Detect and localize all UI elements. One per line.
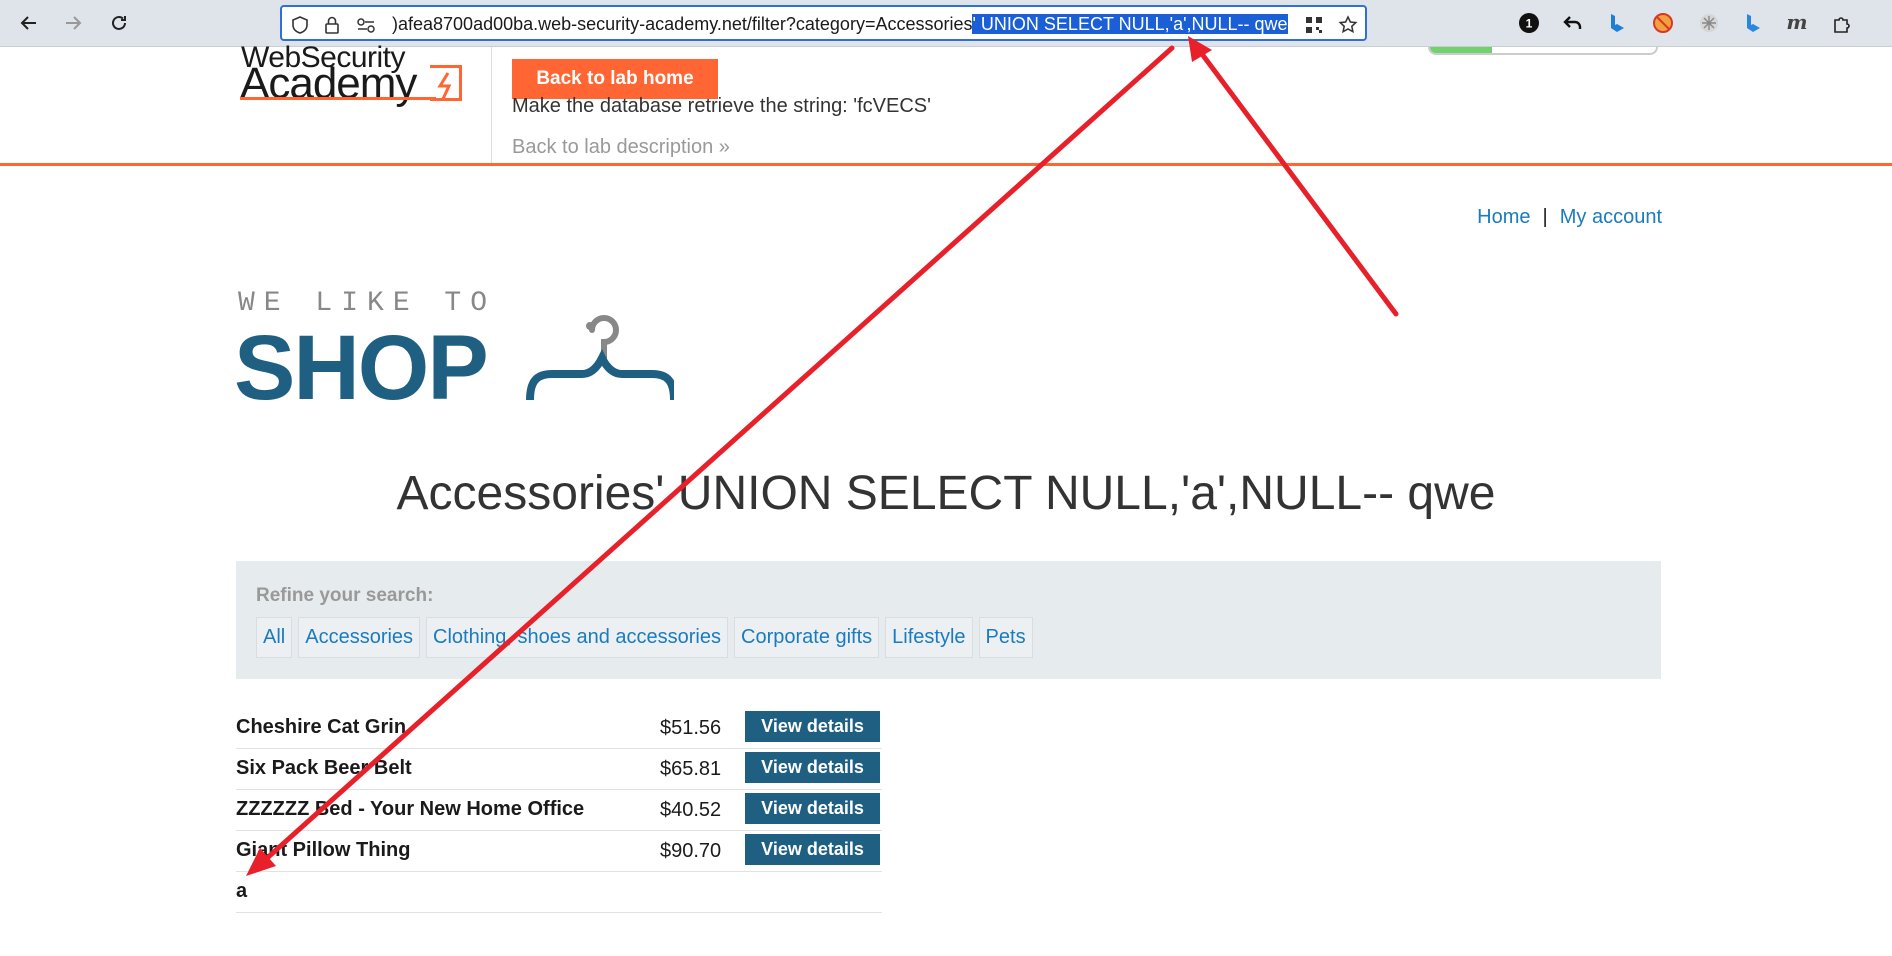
- back-to-description-label: Back to lab description: [512, 136, 714, 158]
- category-heading: Accessories' UNION SELECT NULL,'a',NULL-…: [396, 467, 1496, 520]
- filter-corporate-gifts[interactable]: Corporate gifts: [734, 617, 880, 658]
- svg-text:m: m: [1786, 12, 1807, 34]
- reload-icon[interactable]: [104, 8, 134, 38]
- product-name: ZZZZZZ Bed - Your New Home Office: [236, 798, 585, 820]
- shop-logo: WE LIKE TO SHOP: [234, 288, 676, 419]
- table-row: Giant Pillow Thing $90.70 View details: [236, 831, 882, 872]
- refine-label: Refine your search:: [256, 585, 434, 606]
- bing-icon[interactable]: [1604, 10, 1630, 36]
- lightning-bolt-icon: [430, 65, 462, 101]
- back-arrow-icon[interactable]: [14, 8, 44, 38]
- browser-toolbar: )afea8700ad00ba.web-security-academy.net…: [0, 0, 1892, 47]
- lab-description-text: Make the database retrieve the string: '…: [512, 95, 931, 117]
- product-price: $65.81: [660, 758, 722, 780]
- password-manager-icon[interactable]: 1: [1516, 10, 1542, 36]
- bing-chat-icon[interactable]: [1740, 10, 1766, 36]
- product-table: Cheshire Cat Grin $51.56 View details Si…: [236, 708, 882, 913]
- table-row: a: [236, 872, 882, 913]
- url-selection: ' UNION SELECT NULL,'a',NULL-- qwe: [972, 14, 1288, 34]
- snowflake-icon[interactable]: [1696, 10, 1722, 36]
- url-prefix: )afea8700ad00ba.web-security-academy.net…: [392, 14, 973, 34]
- undo-arrow-icon[interactable]: [1560, 10, 1586, 36]
- my-account-link[interactable]: My account: [1560, 206, 1662, 228]
- academy-logo[interactable]: Academy: [240, 59, 417, 109]
- extensions-puzzle-icon[interactable]: [1830, 10, 1856, 36]
- shield-icon[interactable]: [290, 15, 310, 35]
- address-bar[interactable]: )afea8700ad00ba.web-security-academy.net…: [280, 5, 1367, 41]
- lock-icon[interactable]: [322, 15, 342, 35]
- table-row: Cheshire Cat Grin $51.56 View details: [236, 708, 882, 749]
- qr-code-icon[interactable]: [1304, 15, 1324, 35]
- bookmark-star-icon[interactable]: [1338, 15, 1358, 35]
- permissions-icon[interactable]: [356, 15, 376, 35]
- product-name: Cheshire Cat Grin: [236, 716, 407, 738]
- view-details-button[interactable]: View details: [745, 711, 880, 742]
- view-details-button[interactable]: View details: [745, 834, 880, 865]
- filter-all[interactable]: All: [256, 617, 293, 658]
- shop-tagline: WE LIKE TO: [238, 288, 497, 319]
- top-nav: Home | My account: [1477, 206, 1662, 229]
- category-filters: All Accessories Clothing, shoes and acce…: [256, 617, 1033, 658]
- back-to-lab-home-button[interactable]: Back to lab home: [512, 59, 718, 99]
- back-to-lab-description-link[interactable]: Back to lab description »: [512, 136, 730, 159]
- table-row: ZZZZZZ Bed - Your New Home Office $40.52…: [236, 790, 882, 831]
- hanger-icon: [526, 315, 674, 401]
- injected-result-cell: a: [236, 880, 248, 902]
- header-divider: [491, 47, 492, 163]
- product-price: $40.52: [660, 799, 722, 821]
- logo-underline: [240, 97, 436, 100]
- table-row: Six Pack Beer Belt $65.81 View details: [236, 749, 882, 790]
- view-details-button[interactable]: View details: [745, 793, 880, 824]
- product-name: Six Pack Beer Belt: [236, 757, 412, 779]
- nav-separator: |: [1542, 206, 1548, 228]
- filter-clothing[interactable]: Clothing, shoes and accessories: [426, 617, 728, 658]
- ext-badge: 1: [1526, 17, 1533, 31]
- shop-wordmark: SHOP: [234, 317, 489, 419]
- filter-lifestyle[interactable]: Lifestyle: [885, 617, 973, 658]
- product-price: $90.70: [660, 840, 722, 862]
- product-name: Giant Pillow Thing: [236, 839, 411, 861]
- home-link[interactable]: Home: [1477, 206, 1530, 228]
- view-details-button[interactable]: View details: [745, 752, 880, 783]
- double-chevron-right-icon: »: [718, 136, 730, 158]
- forward-arrow-icon[interactable]: [58, 8, 88, 38]
- blocker-icon[interactable]: [1650, 10, 1676, 36]
- m-extension-icon[interactable]: m: [1784, 10, 1810, 36]
- lab-status-indicator: [1428, 47, 1658, 55]
- filter-pets[interactable]: Pets: [978, 617, 1033, 658]
- filter-accessories[interactable]: Accessories: [298, 617, 421, 658]
- refine-search-panel: Refine your search: All Accessories Clot…: [236, 561, 1661, 679]
- url-text[interactable]: )afea8700ad00ba.web-security-academy.net…: [392, 14, 1288, 35]
- product-price: $51.56: [660, 717, 722, 739]
- lab-header: WebSecurity Academy Back to lab home Mak…: [0, 41, 1892, 166]
